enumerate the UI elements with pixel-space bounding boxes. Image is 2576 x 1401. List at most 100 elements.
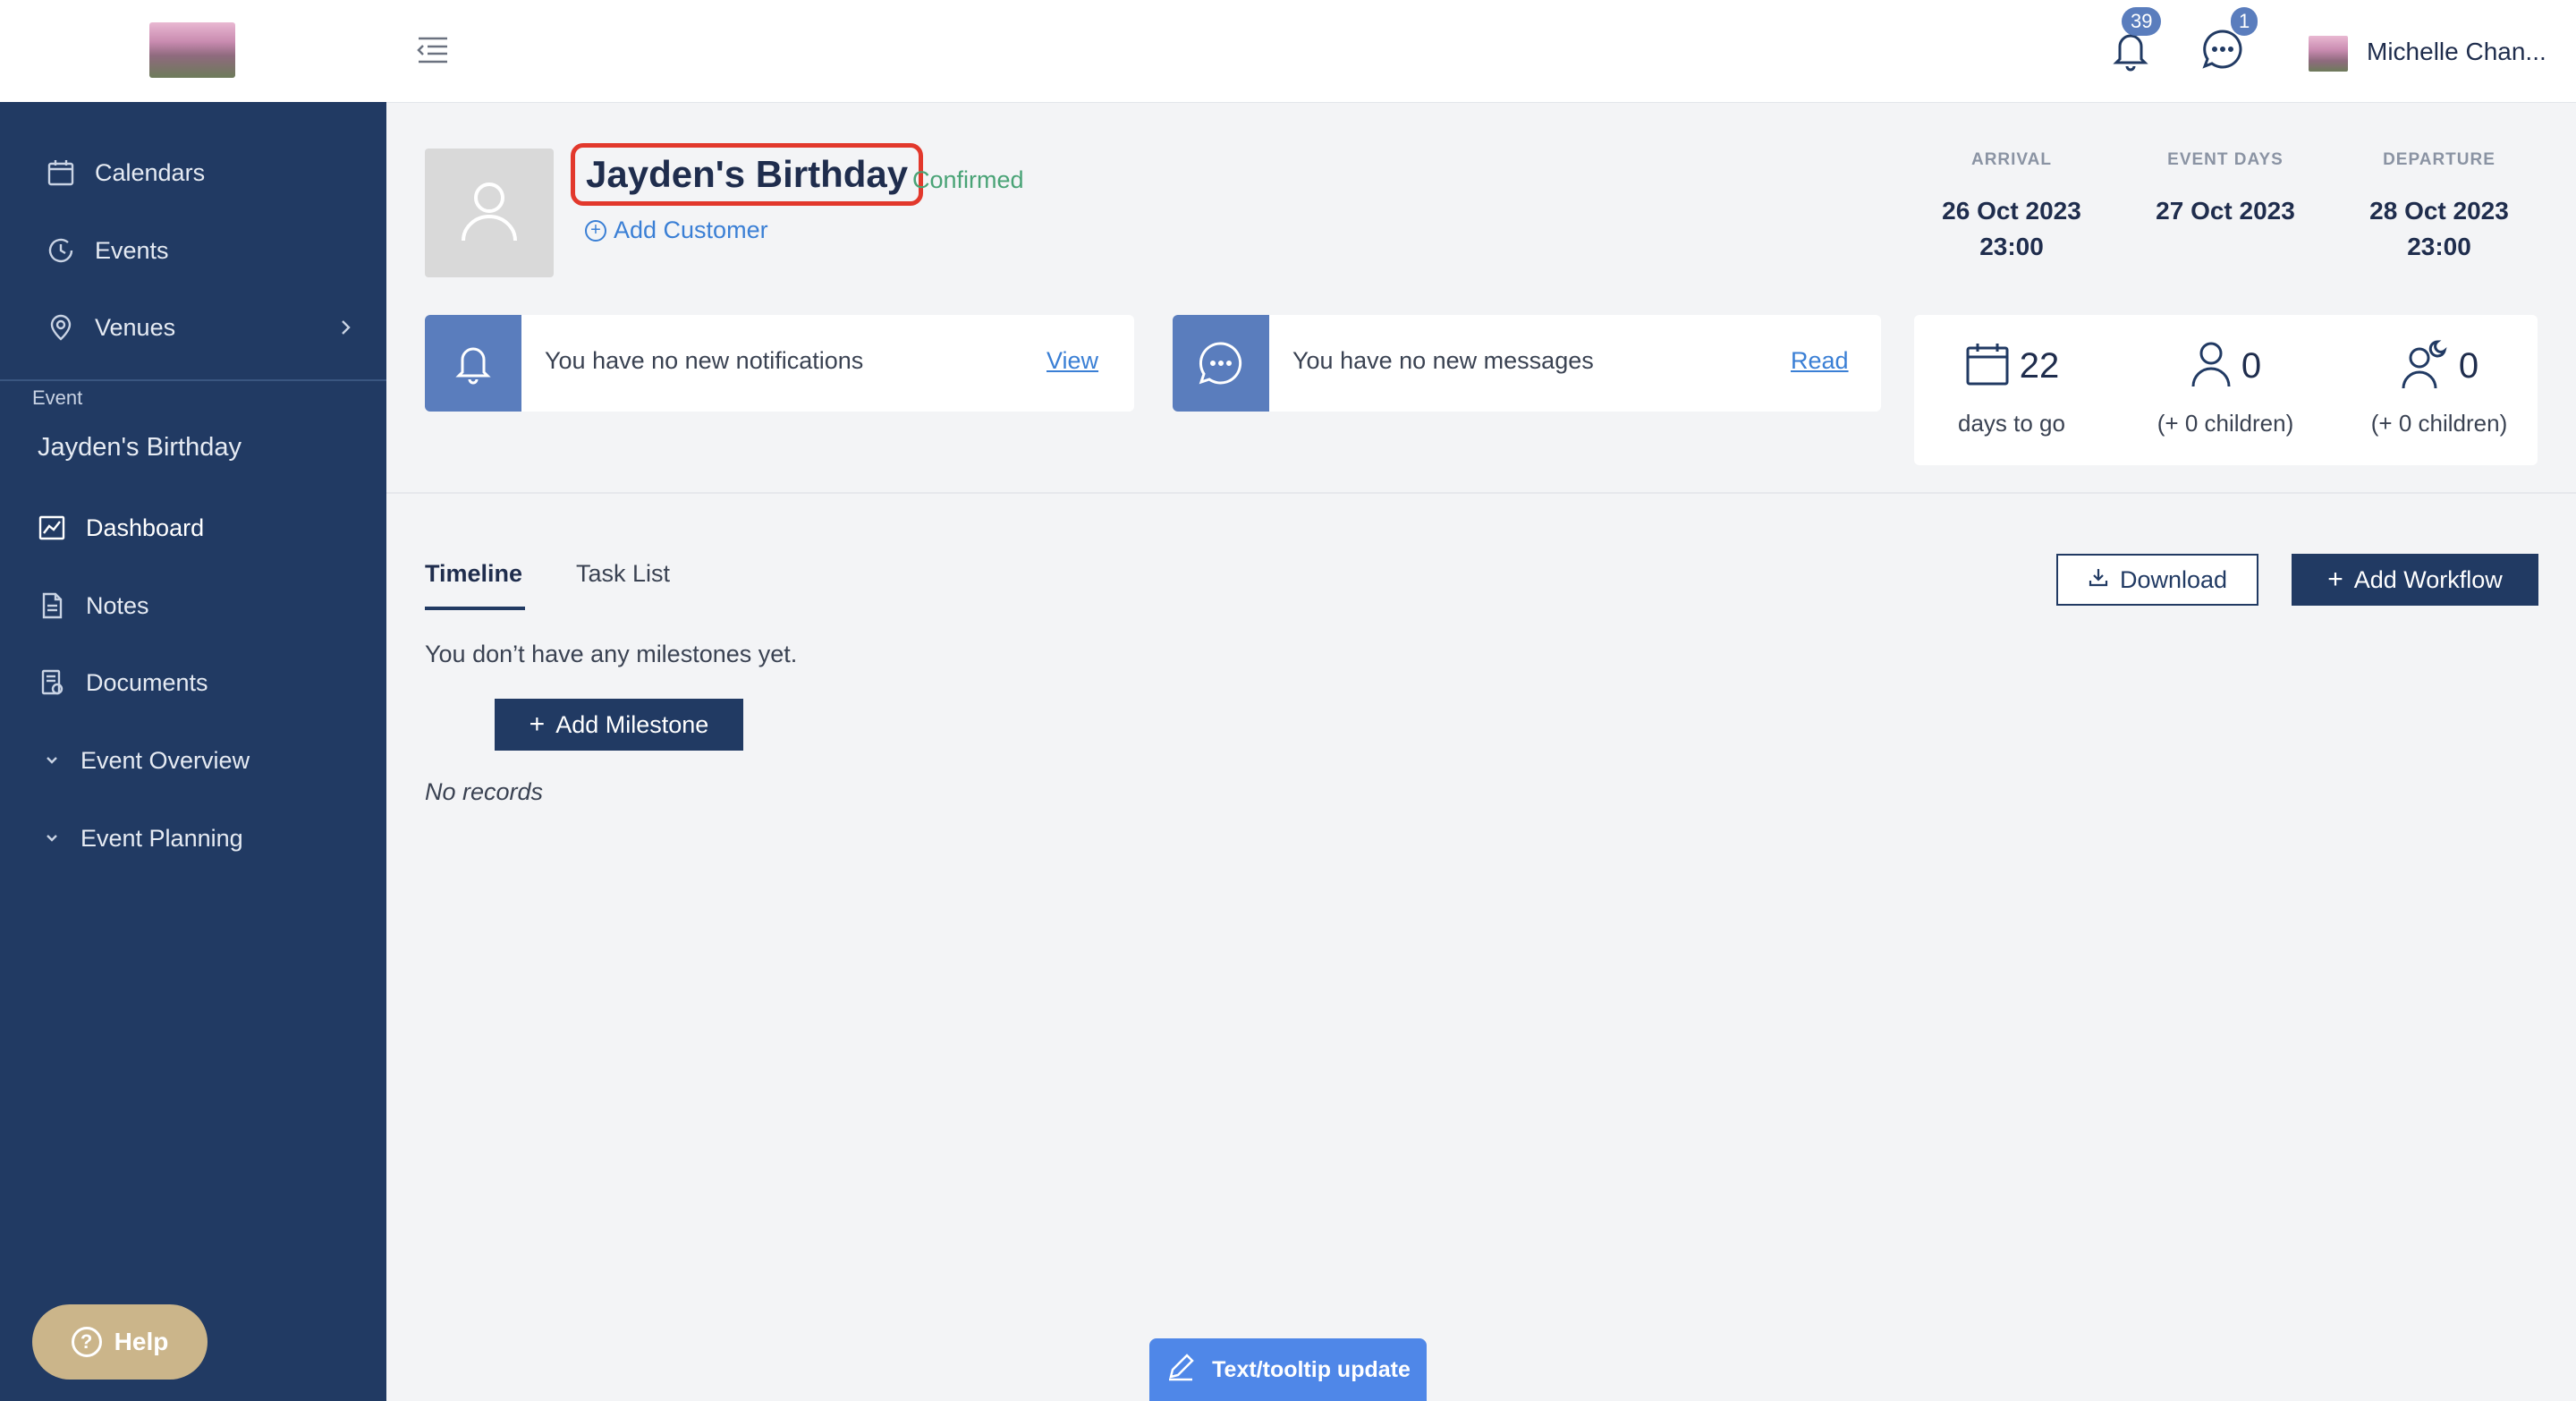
download-icon — [2088, 565, 2109, 595]
text-tooltip-update-button[interactable]: Text/tooltip update — [1149, 1338, 1427, 1401]
adults-value: 0 — [2241, 345, 2262, 386]
logo-bar — [0, 0, 386, 102]
plus-icon: + — [2327, 565, 2343, 594]
sidebar-item-event-planning[interactable]: Event Planning — [0, 807, 386, 870]
arrival-info: ARRIVAL 26 Oct 2023 23:00 — [1904, 150, 2119, 265]
event-days-date: 27 Oct 2023 — [2156, 197, 2295, 225]
notifications-badge: 39 — [2122, 7, 2162, 36]
sidebar-divider — [0, 379, 386, 381]
user-icon — [2190, 340, 2233, 393]
sidebar-item-dashboard[interactable]: Dashboard — [0, 497, 386, 559]
add-milestone-label: Add Milestone — [555, 710, 709, 738]
departure-date: 28 Oct 2023 — [2369, 197, 2509, 225]
add-customer-link[interactable]: + Add Customer — [585, 217, 768, 244]
event-title[interactable]: Jayden's Birthday — [586, 153, 908, 196]
sidebar-item-label: Notes — [86, 591, 149, 619]
sidebar-item-notes[interactable]: Notes — [0, 574, 386, 637]
empty-milestones-message: You don’t have any milestones yet. — [425, 641, 798, 667]
departure-info: DEPARTURE 28 Oct 2023 23:00 — [2332, 150, 2546, 265]
tab-timeline[interactable]: Timeline — [425, 560, 522, 588]
chart-icon — [36, 512, 68, 544]
sidebar: Calendars Events Venues Event Jayden's B… — [0, 0, 386, 1401]
sidebar-item-events[interactable]: Events — [0, 219, 386, 282]
sidebar-item-calendars[interactable]: Calendars — [0, 141, 386, 204]
sidebar-item-label: Documents — [86, 668, 208, 696]
section-divider — [386, 492, 2576, 494]
note-icon — [36, 590, 68, 622]
sidebar-event-name[interactable]: Jayden's Birthday — [38, 433, 242, 463]
help-button[interactable]: ? Help — [32, 1304, 208, 1380]
bell-icon — [425, 315, 521, 412]
read-messages-link[interactable]: Read — [1791, 347, 1849, 375]
overnight-children-label: (+ 0 children) — [2370, 410, 2508, 437]
sidebar-item-label: Events — [95, 236, 169, 264]
sidebar-item-label: Venues — [95, 313, 176, 341]
event-days-label: EVENT DAYS — [2167, 150, 2284, 169]
calendar-icon — [45, 157, 77, 189]
notifications-text: You have no new notifications — [545, 347, 864, 374]
download-label: Download — [2119, 565, 2228, 593]
tab-task-list[interactable]: Task List — [576, 560, 670, 588]
adults-stat: 0 (+ 0 children) — [2118, 338, 2333, 437]
sidebar-item-documents[interactable]: Documents — [0, 651, 386, 714]
arrival-time: 23:00 — [1979, 233, 2044, 260]
sidebar-item-venues[interactable]: Venues — [0, 296, 386, 359]
tooltip-update-label: Text/tooltip update — [1212, 1356, 1411, 1382]
plus-circle-icon: + — [585, 219, 606, 242]
days-to-go-value: 22 — [2019, 345, 2060, 386]
question-icon: ? — [71, 1327, 102, 1357]
add-workflow-label: Add Workflow — [2353, 565, 2503, 593]
arrival-date: 26 Oct 2023 — [1942, 197, 2081, 225]
adults-children-label: (+ 0 children) — [2157, 410, 2294, 437]
pencil-icon — [1165, 1352, 1212, 1388]
customer-avatar — [425, 149, 554, 277]
arrival-label: ARRIVAL — [1970, 150, 2053, 169]
notifications-button[interactable]: 39 — [2109, 7, 2163, 77]
sidebar-item-label: Event Planning — [80, 824, 243, 852]
messages-button[interactable]: 1 — [2202, 7, 2258, 77]
add-milestone-button[interactable]: + Add Milestone — [495, 699, 743, 751]
status-badge: Confirmed — [912, 166, 1024, 193]
messages-text: You have no new messages — [1292, 347, 1594, 374]
help-label: Help — [114, 1328, 169, 1355]
clock-icon — [45, 234, 77, 267]
notifications-card: You have no new notifications View — [425, 315, 1134, 412]
sidebar-item-label: Dashboard — [86, 514, 205, 541]
event-days-info: EVENT DAYS 27 Oct 2023 — [2118, 150, 2333, 229]
add-workflow-button[interactable]: + Add Workflow — [2292, 554, 2538, 606]
calendar-icon — [1964, 341, 2011, 392]
event-title-highlight: Jayden's Birthday — [571, 143, 924, 206]
download-button[interactable]: Download — [2056, 554, 2258, 606]
view-notifications-link[interactable]: View — [1046, 347, 1098, 375]
overnight-value: 0 — [2458, 345, 2479, 386]
chevron-down-icon — [36, 744, 68, 777]
top-bar: 39 1 Michelle Chan... — [386, 0, 2576, 103]
sidebar-item-event-overview[interactable]: Event Overview — [0, 729, 386, 792]
logo[interactable] — [149, 22, 235, 78]
chevron-down-icon — [36, 822, 68, 854]
chevron-right-icon — [333, 314, 360, 341]
user-moon-icon — [2400, 338, 2450, 395]
departure-label: DEPARTURE — [2383, 150, 2496, 169]
messages-card: You have no new messages Read — [1173, 315, 1881, 412]
tab-active-indicator — [425, 607, 525, 610]
departure-time: 23:00 — [2407, 233, 2471, 260]
menu-collapse-icon[interactable] — [415, 34, 451, 66]
user-avatar[interactable] — [2309, 36, 2348, 72]
add-customer-label: Add Customer — [614, 217, 768, 243]
sidebar-section-label: Event — [32, 386, 83, 409]
plus-icon: + — [529, 709, 546, 739]
messages-badge: 1 — [2231, 7, 2258, 36]
document-icon — [36, 667, 68, 699]
overnight-stat: 0 (+ 0 children) — [2332, 338, 2546, 437]
sidebar-item-label: Calendars — [95, 158, 206, 186]
chat-icon — [1173, 315, 1269, 412]
stats-card: 22 days to go 0 (+ 0 children) 0 (+ 0 ch… — [1914, 315, 2538, 465]
map-pin-icon — [45, 311, 77, 344]
user-name[interactable]: Michelle Chan... — [2367, 38, 2546, 66]
no-records-text: No records — [425, 778, 544, 805]
days-to-go-stat: 22 days to go — [1904, 338, 2119, 437]
sidebar-item-label: Event Overview — [80, 746, 250, 774]
user-icon — [458, 178, 521, 249]
days-to-go-label: days to go — [1958, 410, 2065, 437]
